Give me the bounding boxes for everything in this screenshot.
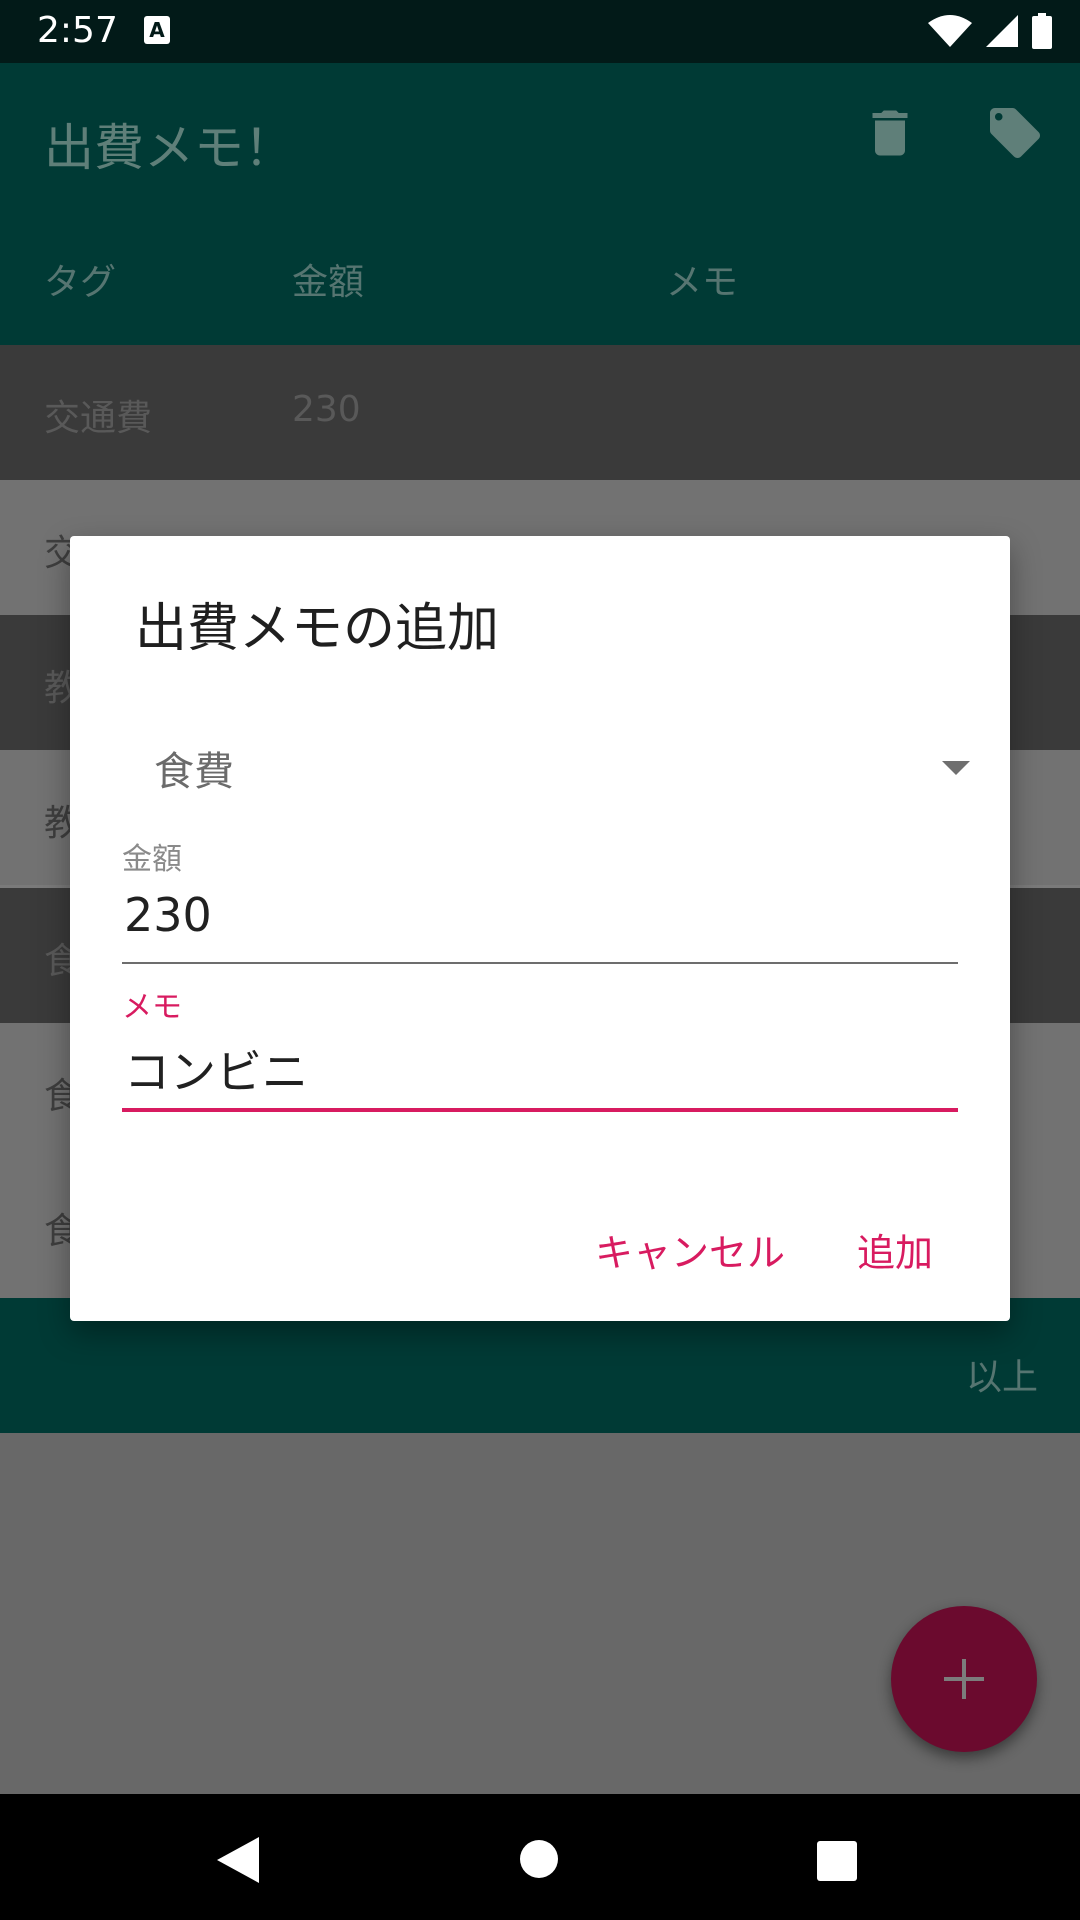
- signal-icon: [986, 15, 1018, 47]
- header-tag: タグ: [44, 262, 117, 303]
- amount-value: 230: [124, 888, 212, 942]
- add-button[interactable]: 追加: [857, 1222, 933, 1277]
- footer-text: 以上: [965, 1357, 1038, 1398]
- plus-icon: [944, 1659, 984, 1699]
- dialog-title: 出費メモの追加: [135, 599, 500, 659]
- empty-area: [0, 1433, 1080, 1794]
- trash-icon[interactable]: [860, 103, 920, 163]
- add-fab-button[interactable]: [891, 1606, 1037, 1752]
- tag-icon[interactable]: [985, 103, 1045, 163]
- battery-icon: [1032, 13, 1052, 49]
- row-amount: 230: [292, 389, 361, 430]
- home-icon[interactable]: [520, 1840, 558, 1878]
- recents-icon[interactable]: [817, 1841, 857, 1881]
- wifi-icon: [928, 15, 972, 47]
- notification-a-icon: A: [144, 16, 170, 44]
- memo-label: メモ: [122, 990, 182, 1025]
- header-memo: メモ: [666, 262, 739, 303]
- amount-field[interactable]: 230: [122, 884, 958, 964]
- memo-value: コンビニ: [124, 1045, 308, 1099]
- amount-label: 金額: [122, 842, 182, 877]
- status-bar: 2:57 A: [0, 0, 1080, 63]
- row-tag: 交通費: [44, 398, 153, 439]
- add-expense-dialog: 出費メモの追加 食費 金額 230 メモ コンビニ キャンセル 追加: [70, 536, 1010, 1321]
- status-time: 2:57: [37, 10, 118, 51]
- dropdown-caret-icon: [942, 761, 970, 775]
- table-row[interactable]: 交通費 230: [0, 345, 1080, 480]
- tag-select[interactable]: 食費: [122, 731, 992, 806]
- header-amount: 金額: [292, 262, 365, 303]
- cancel-button[interactable]: キャンセル: [595, 1222, 785, 1277]
- system-icons: [928, 12, 1052, 50]
- navigation-bar: [0, 1794, 1080, 1920]
- memo-field[interactable]: コンビニ: [122, 1032, 958, 1112]
- app-title: 出費メモ！: [44, 119, 294, 177]
- amount-underline: [122, 962, 958, 964]
- back-icon[interactable]: [217, 1837, 259, 1883]
- tag-select-value: 食費: [154, 749, 234, 795]
- memo-underline: [122, 1108, 958, 1112]
- app-bar: 出費メモ！ タグ 金額 メモ: [0, 63, 1080, 345]
